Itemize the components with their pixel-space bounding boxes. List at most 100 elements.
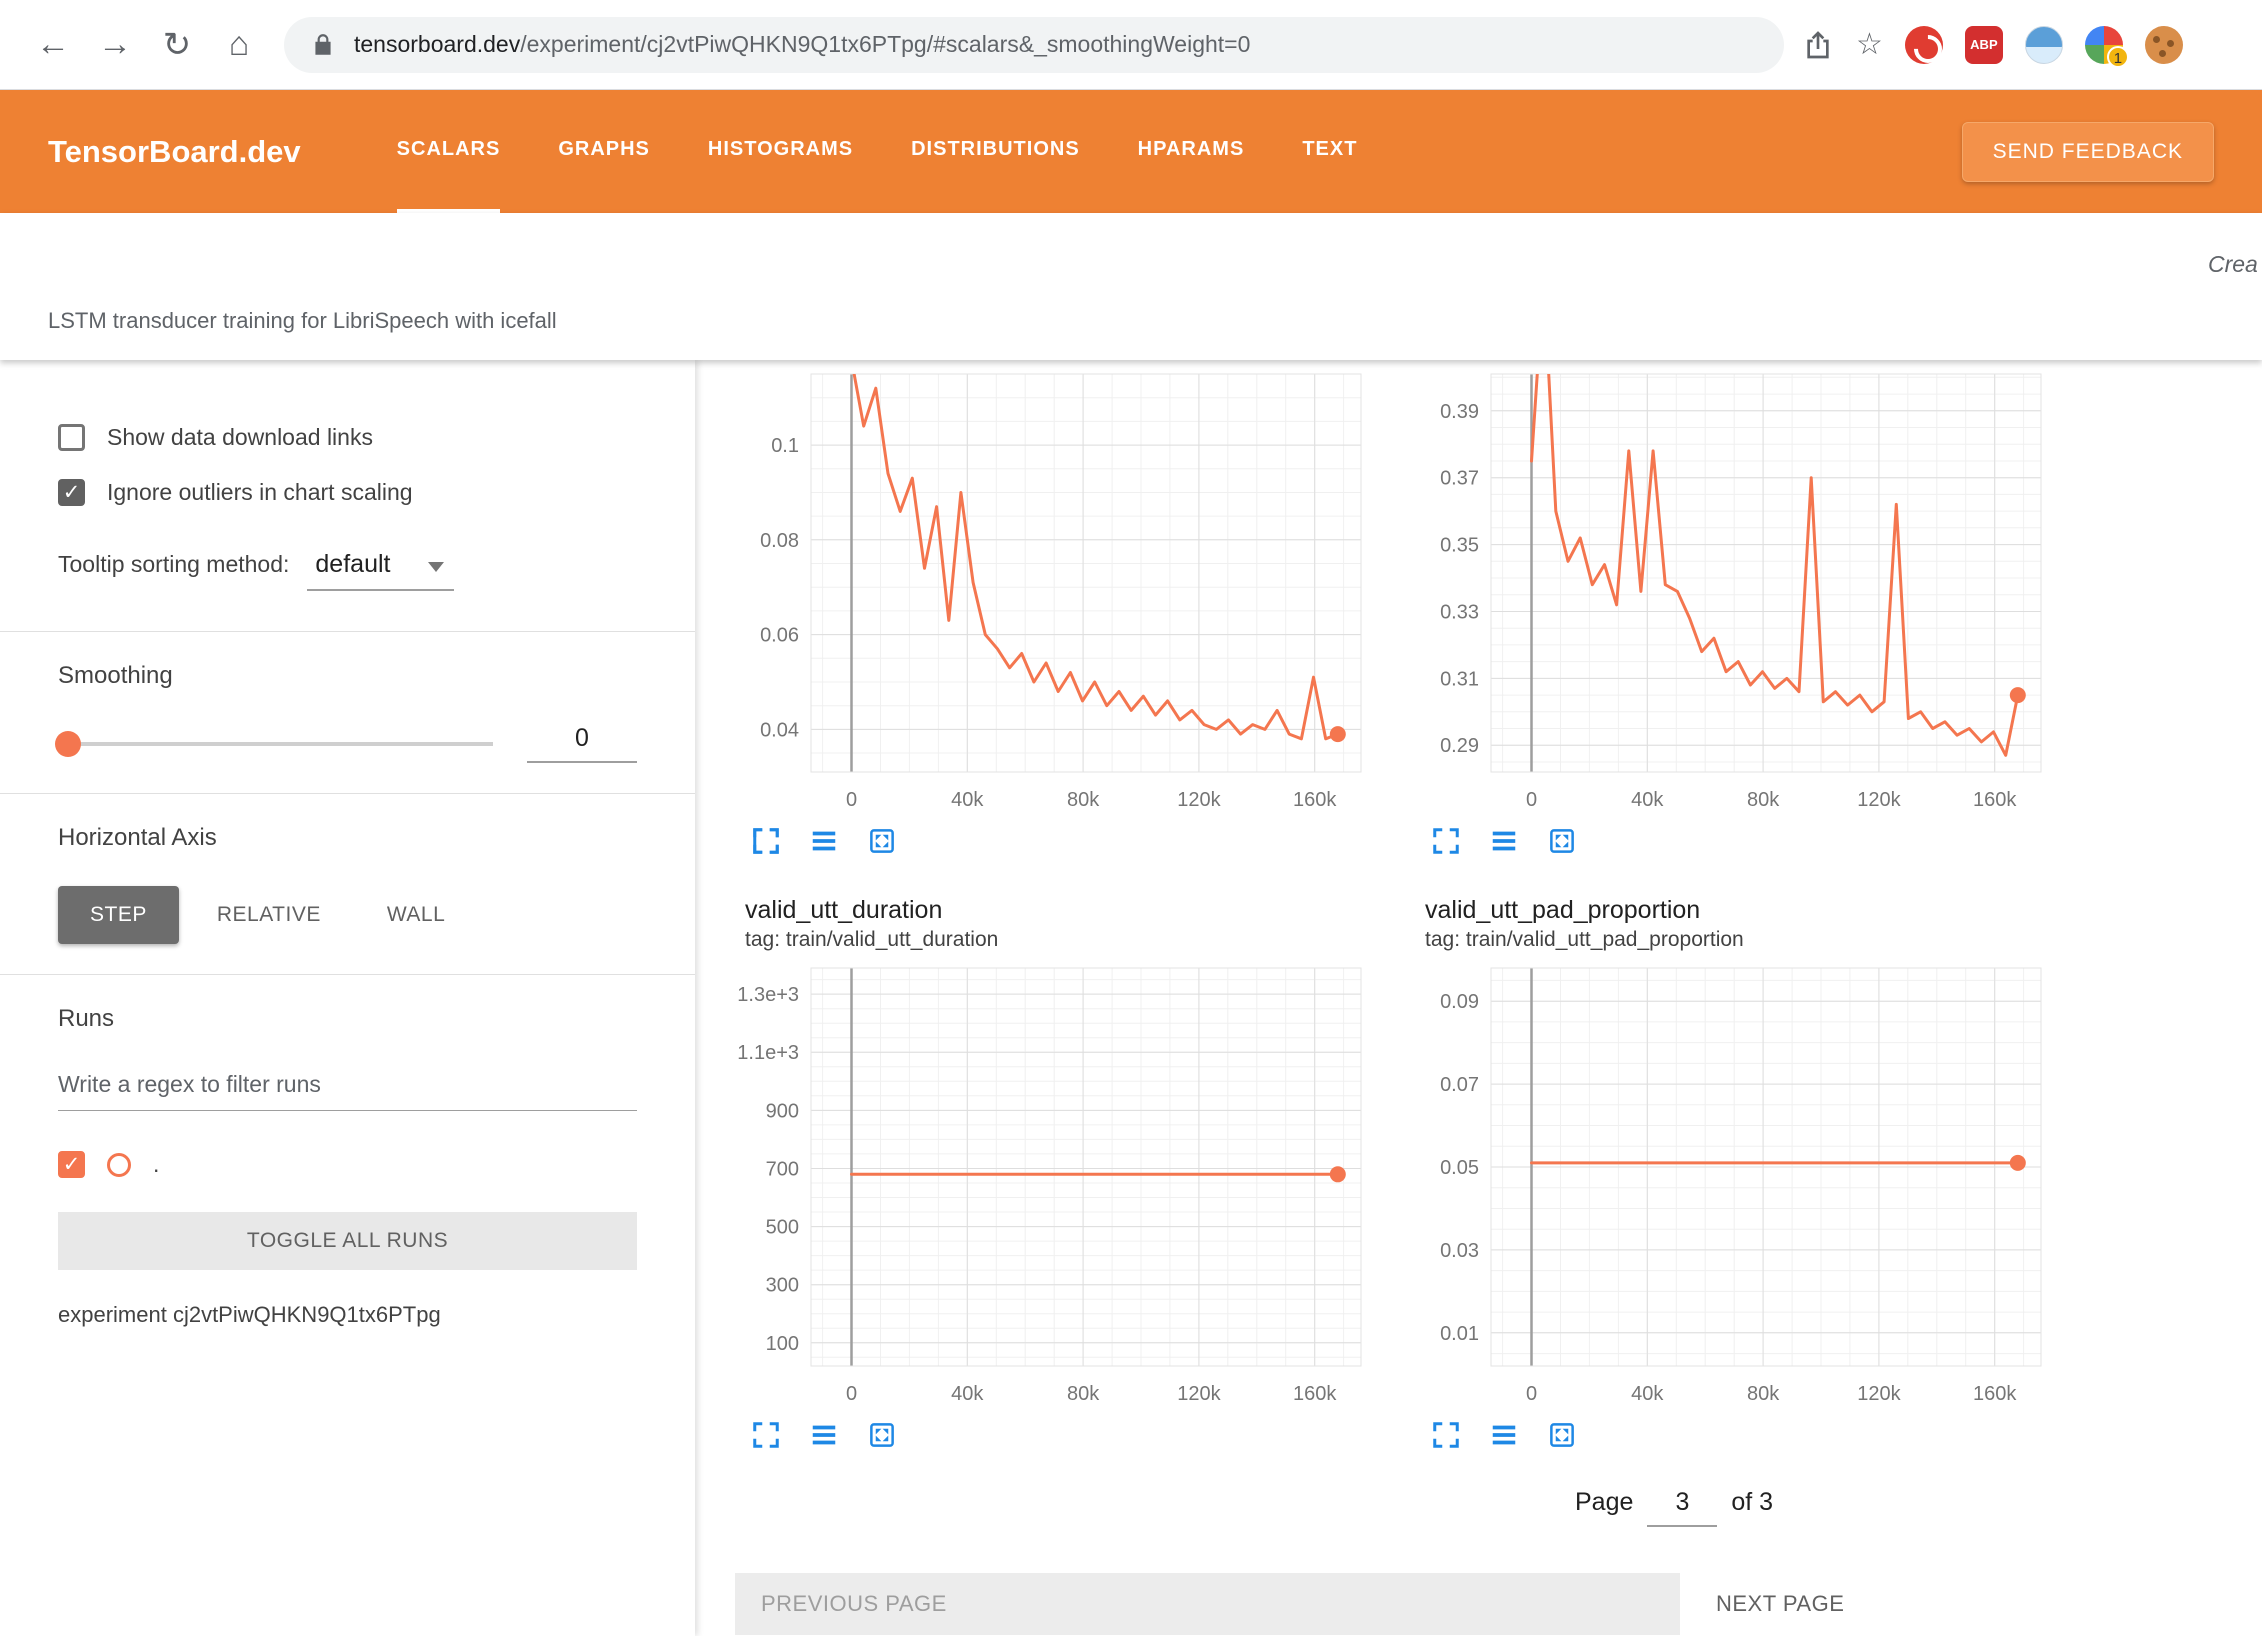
svg-text:120k: 120k — [1857, 789, 1901, 811]
back-icon[interactable]: ← — [22, 25, 84, 64]
scalar-chart[interactable]: 040k80k120k160k0.040.060.080.1 — [735, 368, 1375, 818]
page-number-input[interactable]: 3 — [1647, 1488, 1717, 1527]
scalar-chart[interactable]: 040k80k120k160k1003005007009001.1e+31.3e… — [735, 962, 1375, 1412]
url-path: /experiment/cj2vtPiwQHKN9Q1tx6PTpg/#scal… — [520, 31, 1250, 57]
page-total-label: of 3 — [1731, 1488, 1773, 1517]
svg-text:0.03: 0.03 — [1440, 1240, 1479, 1262]
fullscreen-icon[interactable] — [751, 826, 781, 856]
axis-relative-button[interactable]: RELATIVE — [189, 886, 349, 944]
fit-domain-icon[interactable] — [1547, 1420, 1577, 1450]
axis-wall-button[interactable]: WALL — [359, 886, 473, 944]
svg-text:120k: 120k — [1857, 1383, 1901, 1405]
profile-avatar[interactable]: 1 — [2085, 26, 2123, 64]
next-page-button[interactable]: NEXT PAGE — [1716, 1591, 1844, 1617]
notification-badge: 1 — [2107, 46, 2129, 68]
svg-text:1.1e+3: 1.1e+3 — [737, 1042, 799, 1064]
svg-text:0: 0 — [1526, 789, 1537, 811]
svg-text:1.3e+3: 1.3e+3 — [737, 984, 799, 1006]
brand-logo[interactable]: TensorBoard.dev — [48, 134, 301, 170]
scalar-chart[interactable]: 040k80k120k160k0.290.310.330.350.370.39 — [1415, 368, 2055, 818]
forward-icon[interactable]: → — [84, 25, 146, 64]
tab-graphs[interactable]: GRAPHS — [558, 90, 650, 213]
fullscreen-icon[interactable] — [751, 1420, 781, 1450]
chart-card: valid_utt_pad_proportion tag: train/vali… — [1415, 896, 2065, 1450]
chart-card: 040k80k120k160k0.290.310.330.350.370.39 — [1415, 360, 2065, 856]
tab-text[interactable]: TEXT — [1302, 90, 1357, 213]
tab-hparams[interactable]: HPARAMS — [1138, 90, 1245, 213]
page-label: Page — [1575, 1488, 1633, 1517]
fit-domain-icon[interactable] — [867, 1420, 897, 1450]
run-checkbox[interactable] — [58, 1151, 85, 1178]
runs-selector-icon[interactable] — [809, 826, 839, 856]
svg-text:0: 0 — [846, 1383, 857, 1405]
svg-text:160k: 160k — [1293, 1383, 1337, 1405]
chart-title: valid_utt_pad_proportion — [1425, 896, 2065, 926]
pagination: Page 3 of 3 — [1575, 1488, 2262, 1527]
home-icon[interactable]: ⌂ — [208, 25, 270, 64]
slider-thumb[interactable] — [55, 731, 81, 757]
runs-selector-icon[interactable] — [809, 1420, 839, 1450]
app-header: TensorBoard.dev SCALARS GRAPHS HISTOGRAM… — [0, 90, 2262, 213]
abp-extension-icon[interactable]: ABP — [1965, 26, 2003, 64]
run-label: . — [153, 1151, 159, 1178]
runs-selector-icon[interactable] — [1489, 1420, 1519, 1450]
fit-domain-icon[interactable] — [867, 826, 897, 856]
adblock-icon[interactable] — [1905, 26, 1943, 64]
tab-distributions[interactable]: DISTRIBUTIONS — [911, 90, 1080, 213]
chart-tag: tag: train/valid_utt_duration — [745, 928, 1385, 954]
svg-text:0: 0 — [846, 789, 857, 811]
smoothing-value-input[interactable]: 0 — [527, 724, 637, 763]
run-color-circle[interactable] — [107, 1153, 131, 1177]
svg-text:40k: 40k — [951, 789, 984, 811]
reload-icon[interactable]: ↻ — [146, 25, 208, 65]
svg-text:900: 900 — [766, 1100, 799, 1122]
experiment-caption: experiment cj2vtPiwQHKN9Q1tx6PTpg — [58, 1302, 637, 1328]
tab-scalars[interactable]: SCALARS — [397, 90, 501, 213]
url-bar[interactable]: tensorboard.dev/experiment/cj2vtPiwQHKN9… — [284, 17, 1784, 73]
svg-text:300: 300 — [766, 1275, 799, 1297]
svg-text:160k: 160k — [1293, 789, 1337, 811]
fullscreen-icon[interactable] — [1431, 1420, 1461, 1450]
axis-step-button[interactable]: STEP — [58, 886, 179, 944]
main-nav: SCALARS GRAPHS HISTOGRAMS DISTRIBUTIONS … — [397, 90, 1358, 213]
svg-text:0.07: 0.07 — [1440, 1074, 1479, 1096]
svg-text:120k: 120k — [1177, 789, 1221, 811]
svg-text:0.05: 0.05 — [1440, 1157, 1479, 1179]
browser-chrome: ← → ↻ ⌂ tensorboard.dev/experiment/cj2vt… — [0, 0, 2262, 90]
fit-domain-icon[interactable] — [1547, 826, 1577, 856]
smoothing-slider[interactable] — [58, 742, 493, 746]
divider — [0, 631, 695, 632]
runs-selector-icon[interactable] — [1489, 826, 1519, 856]
previous-page-button[interactable]: PREVIOUS PAGE — [735, 1573, 1680, 1635]
svg-text:0.1: 0.1 — [771, 435, 799, 457]
url-domain: tensorboard.dev — [354, 31, 520, 57]
svg-text:0.35: 0.35 — [1440, 535, 1479, 557]
toggle-all-runs-button[interactable]: TOGGLE ALL RUNS — [58, 1212, 637, 1270]
svg-text:80k: 80k — [1067, 1383, 1100, 1405]
runs-filter-input[interactable] — [58, 1067, 637, 1111]
ignore-outliers-checkbox[interactable] — [58, 479, 85, 506]
send-feedback-button[interactable]: SEND FEEDBACK — [1962, 122, 2214, 182]
tooltip-sorting-dropdown[interactable]: default — [307, 550, 454, 591]
share-icon[interactable] — [1802, 29, 1834, 61]
created-text: Crea — [2208, 251, 2258, 278]
svg-text:0.04: 0.04 — [760, 719, 799, 741]
svg-text:80k: 80k — [1747, 1383, 1780, 1405]
svg-text:0.37: 0.37 — [1440, 468, 1479, 490]
svg-text:40k: 40k — [1631, 1383, 1664, 1405]
scalar-chart[interactable]: 040k80k120k160k0.010.030.050.070.09 — [1415, 962, 2055, 1412]
svg-text:40k: 40k — [951, 1383, 984, 1405]
extension-icon[interactable] — [2025, 26, 2063, 64]
svg-text:0: 0 — [1526, 1383, 1537, 1405]
smoothing-label: Smoothing — [58, 662, 637, 690]
svg-text:0.31: 0.31 — [1440, 668, 1479, 690]
show-download-checkbox[interactable] — [58, 424, 85, 451]
tab-histograms[interactable]: HISTOGRAMS — [708, 90, 853, 213]
bookmark-star-icon[interactable]: ☆ — [1856, 27, 1883, 62]
fullscreen-icon[interactable] — [1431, 826, 1461, 856]
lock-icon — [310, 32, 336, 58]
chart-title: valid_utt_duration — [745, 896, 1385, 926]
svg-text:160k: 160k — [1973, 1383, 2017, 1405]
subheader: Crea LSTM transducer training for LibriS… — [0, 213, 2262, 360]
cookie-icon[interactable] — [2145, 26, 2183, 64]
